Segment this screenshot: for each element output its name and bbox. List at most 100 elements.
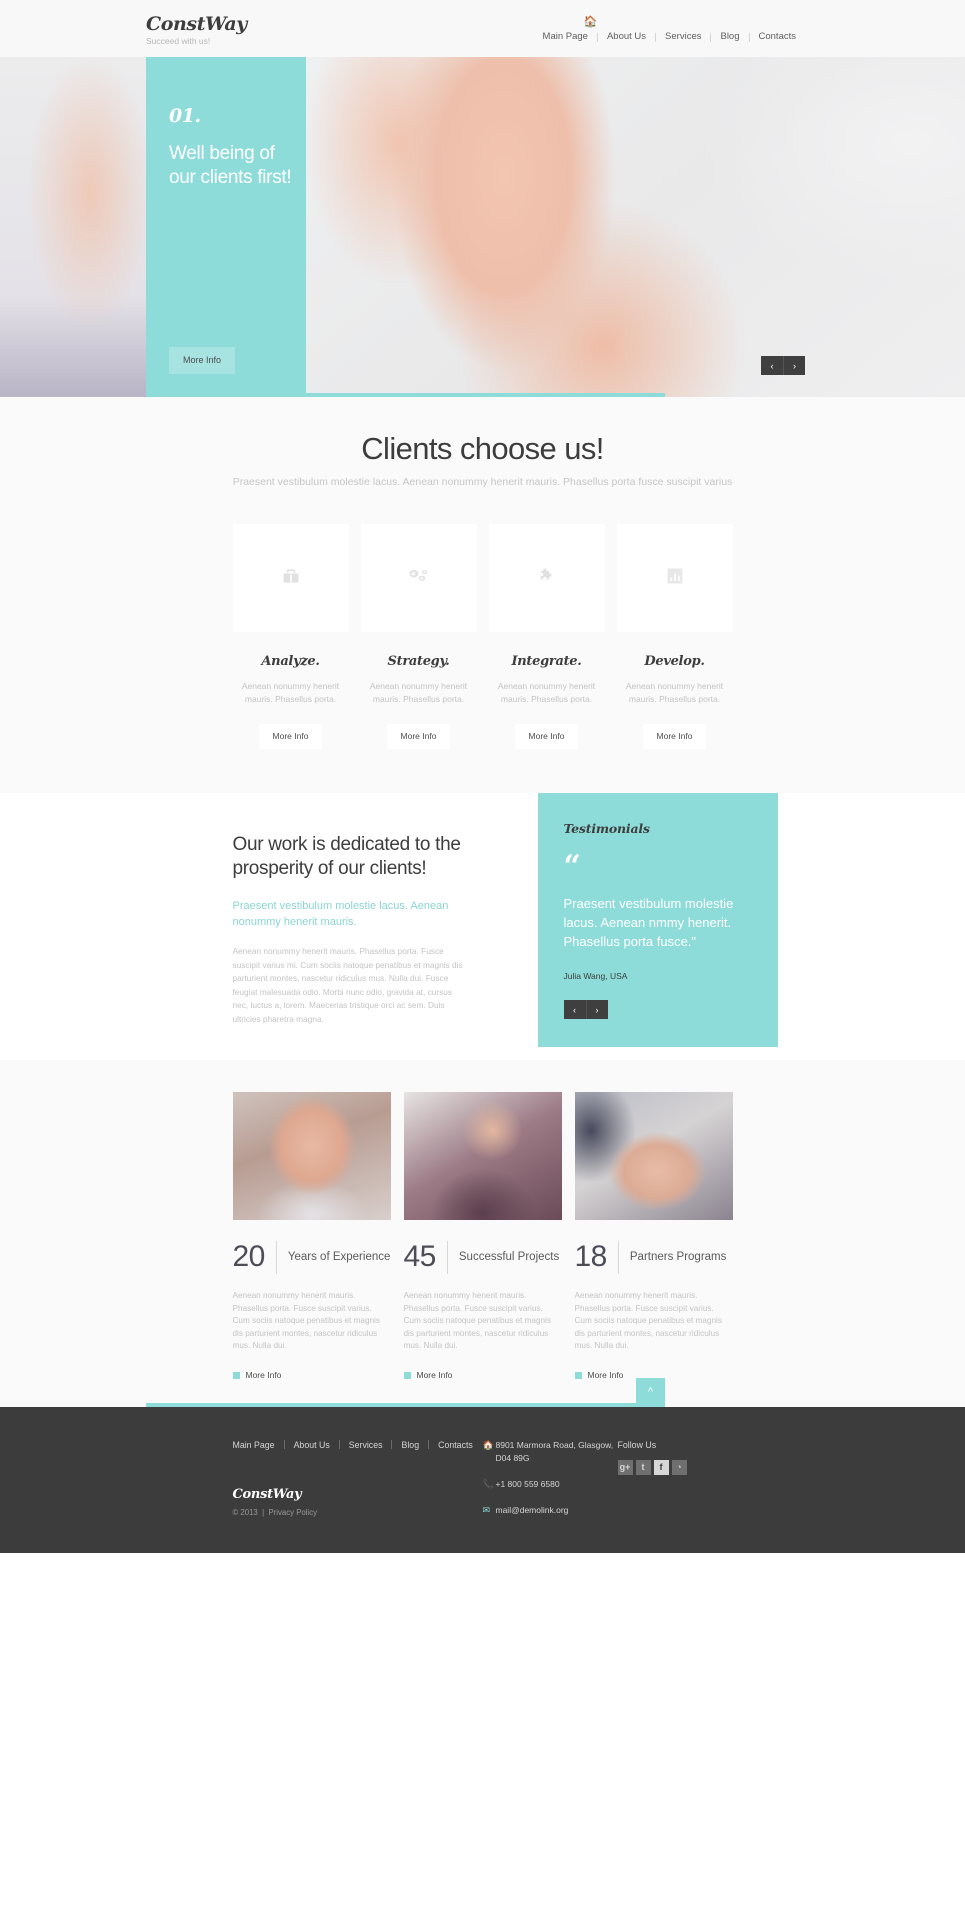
hero-prev-button[interactable]: ‹ — [761, 356, 783, 375]
footer-link-main-page[interactable]: Main Page — [233, 1439, 284, 1451]
follow-us-label: Follow Us — [617, 1439, 657, 1450]
footer-email-row: ✉ mail@demolink.org — [483, 1504, 618, 1517]
twitter-icon[interactable]: t — [635, 1459, 651, 1475]
about-lead-text: Praesent vestibulum molestie lacus. Aene… — [232, 900, 449, 928]
hero-slider[interactable]: 01. Well being of our clients first! Mor… — [0, 57, 965, 397]
social-links: g+ t f ◔ — [617, 1459, 728, 1475]
nav-item-about-us[interactable]: About Us — [598, 31, 655, 43]
nav-item-services[interactable]: Services — [656, 31, 710, 43]
hero-more-info-button[interactable]: More Info — [169, 347, 236, 374]
puzzle-icon — [536, 566, 557, 591]
testimonial-next-button[interactable]: › — [585, 1000, 608, 1019]
footer-nav-column: Main Page About Us Services Blog Contact… — [233, 1439, 483, 1530]
footer-email-link[interactable]: mail@demolink.org — [496, 1505, 569, 1515]
nav-link-about-us[interactable]: About Us — [598, 31, 655, 43]
stat-more-info-link[interactable]: More Info — [232, 1369, 391, 1381]
about-heading: Our work is dedicated to the prosperity … — [232, 834, 461, 879]
nav-item-blog[interactable]: Blog — [711, 31, 748, 43]
facebook-icon[interactable]: f — [653, 1459, 669, 1475]
services-subtitle: Praesent vestibulum molestie lacus. Aene… — [232, 476, 733, 488]
stat-block: 45 Successful Projects Aenean nonummy he… — [403, 1092, 562, 1381]
service-more-info-button[interactable]: More Info — [258, 724, 323, 749]
logo-name: ConstWay — [146, 13, 247, 35]
main-navigation: 🏠 Main Page About Us Services Blog Conta… — [534, 16, 805, 43]
hero-title: Well being of our clients first! — [169, 143, 292, 188]
footer-phone-row: 📞 +1 800 559 6580 — [483, 1478, 618, 1491]
back-to-top-button[interactable]: ^ — [636, 1377, 665, 1407]
services-container: Clients choose us! Praesent vestibulum m… — [232, 431, 733, 749]
stats-section: 20 Years of Experience Aenean nonummy he… — [0, 1060, 965, 1407]
stats-container: 20 Years of Experience Aenean nonummy he… — [232, 1092, 733, 1381]
testimonial-slider-controls: ‹ › — [563, 1000, 752, 1019]
stat-headline: 18 Partners Programs — [575, 1240, 733, 1274]
footer-nav-separator — [338, 1440, 340, 1449]
service-more-info-button[interactable]: More Info — [514, 724, 579, 749]
footer-link-services[interactable]: Services — [349, 1439, 392, 1451]
stat-text: Aenean nonummy henerit mauris. Phasellus… — [574, 1291, 722, 1350]
nav-link-blog[interactable]: Blog — [711, 31, 748, 43]
copyright-text: © 2013 — [232, 1507, 258, 1517]
hero-next-button[interactable]: › — [783, 356, 805, 375]
nav-link-main-page[interactable]: Main Page — [534, 31, 597, 43]
footer-link-about-us[interactable]: About Us — [294, 1439, 339, 1451]
bar-chart-icon — [665, 566, 685, 591]
service-text: Aenean nonummy henerit mauris. Phasellus… — [497, 681, 596, 704]
stat-label: Partners Programs — [629, 1251, 727, 1263]
services-card-grid: Analyze. Aenean nonummy henerit mauris. … — [232, 524, 733, 749]
nav-item-contacts[interactable]: Contacts — [750, 31, 806, 43]
footer-address: 8901 Marmora Road, Glasgow, D04 89G — [495, 1439, 614, 1463]
privacy-policy-link[interactable]: Privacy Policy — [268, 1508, 317, 1517]
rss-icon[interactable]: ◔ — [671, 1459, 687, 1475]
logo[interactable]: ConstWay Succeed with us! — [146, 14, 247, 47]
nav-link-contacts[interactable]: Contacts — [750, 31, 806, 43]
stat-more-info-label: More Info — [416, 1369, 453, 1380]
page-title: Clients choose us! — [361, 431, 604, 466]
service-icon-box — [232, 524, 349, 632]
bullet-square-icon — [574, 1371, 582, 1379]
footer-container: Main Page About Us Services Blog Contact… — [233, 1439, 733, 1530]
briefcase-icon — [281, 566, 301, 591]
nav-link-services[interactable]: Services — [656, 31, 710, 43]
home-icon[interactable]: 🏠 — [534, 16, 648, 28]
bullet-square-icon — [403, 1371, 411, 1379]
footer-columns: Main Page About Us Services Blog Contact… — [233, 1439, 733, 1530]
hero-hand-photo — [306, 57, 965, 397]
service-card: Integrate. Aenean nonummy henerit mauris… — [488, 524, 605, 749]
footer-link-blog[interactable]: Blog — [401, 1439, 428, 1451]
service-title: Develop. — [644, 654, 705, 669]
bullet-square-icon — [232, 1371, 240, 1379]
services-section: Clients choose us! Praesent vestibulum m… — [0, 397, 965, 793]
stat-more-info-label: More Info — [245, 1369, 282, 1380]
stat-label: Successful Projects — [458, 1251, 560, 1263]
hero-left-photo-edge — [0, 57, 150, 397]
footer-email-wrap: mail@demolink.org — [496, 1504, 569, 1517]
testimonials-panel: Testimonials “ Praesent vestibulum moles… — [537, 793, 778, 1047]
nav-list: Main Page About Us Services Blog Contact… — [534, 31, 805, 43]
quote-mark-icon: “ — [563, 849, 581, 884]
footer-logo: ConstWay — [232, 1486, 302, 1502]
service-icon-box — [360, 524, 477, 632]
service-more-info-button[interactable]: More Info — [642, 724, 707, 749]
testimonial-prev-button[interactable]: ‹ — [563, 1000, 586, 1019]
service-text: Aenean nonummy henerit mauris. Phasellus… — [625, 681, 724, 704]
home-icon: 🏠 — [482, 1439, 494, 1450]
footer-nav-separator — [283, 1440, 285, 1449]
footer-navigation: Main Page About Us Services Blog Contact… — [233, 1439, 483, 1451]
hero-slide-number: 01. — [169, 105, 201, 127]
testimonial-text: Praesent vestibulum molestie lacus. Aene… — [563, 896, 734, 949]
logo-tagline: Succeed with us! — [146, 36, 211, 46]
service-title: Analyze. — [261, 654, 320, 669]
google-plus-icon[interactable]: g+ — [617, 1459, 633, 1475]
footer-address-row: 🏠 8901 Marmora Road, Glasgow, D04 89G — [483, 1439, 618, 1465]
service-text: Aenean nonummy henerit mauris. Phasellus… — [369, 681, 468, 704]
stat-block: 20 Years of Experience Aenean nonummy he… — [232, 1092, 391, 1381]
service-card: Strategy. Aenean nonummy henerit mauris.… — [360, 524, 477, 749]
nav-item-main-page[interactable]: Main Page — [534, 31, 597, 43]
footer-link-contacts[interactable]: Contacts — [438, 1439, 482, 1451]
service-more-info-button[interactable]: More Info — [386, 724, 451, 749]
hero-caption-panel: 01. Well being of our clients first! Mor… — [146, 57, 306, 397]
about-body-text: Aenean nonummy henerit mauris. Phasellus… — [232, 946, 463, 1024]
stat-more-info-link[interactable]: More Info — [403, 1369, 562, 1381]
site-header: ConstWay Succeed with us! 🏠 Main Page Ab… — [0, 0, 965, 57]
stat-number: 20 — [232, 1240, 266, 1273]
